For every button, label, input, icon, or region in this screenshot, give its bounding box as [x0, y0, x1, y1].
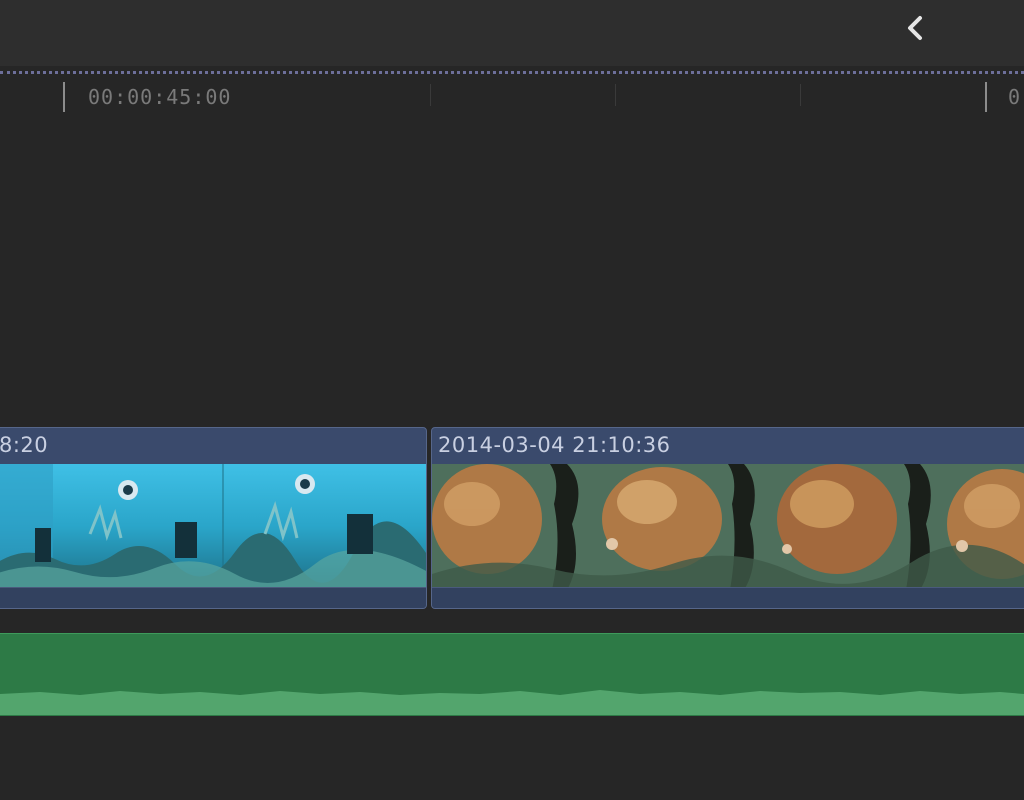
clip-thumbnail-filmstrip — [432, 464, 1024, 590]
chevron-left-icon[interactable] — [900, 12, 932, 44]
video-clip[interactable]: 8:20 — [0, 427, 427, 609]
underwater-diver-thumbnail — [0, 464, 426, 590]
timeline-top-border — [0, 71, 1024, 74]
clip-title: 2014-03-04 21:10:36 — [438, 433, 671, 457]
waveform-shape — [0, 686, 1024, 695]
ruler-timecode: 0 — [1008, 85, 1022, 109]
ruler-minor-tick — [430, 84, 431, 106]
top-toolbar — [0, 0, 1024, 66]
timeline-lower-empty-area — [0, 716, 1024, 800]
coral-reef-thumbnail — [432, 464, 1024, 590]
clip-title: 8:20 — [0, 433, 49, 457]
ruler-major-tick — [63, 82, 65, 112]
audio-waveform — [0, 686, 1024, 715]
ruler-major-tick — [985, 82, 987, 112]
clip-audio-strip — [432, 587, 1024, 608]
clip-thumbnail-filmstrip — [0, 464, 426, 590]
video-clip[interactable]: 2014-03-04 21:10:36 — [431, 427, 1024, 609]
timeline-empty-area[interactable] — [0, 116, 1024, 421]
clip-audio-strip — [0, 587, 426, 608]
ruler-minor-tick — [615, 84, 616, 106]
ruler-timecode: 00:00:45:00 — [88, 85, 232, 109]
ruler-minor-tick — [800, 84, 801, 106]
time-ruler[interactable]: 00:00:45:00 0 — [0, 76, 1024, 116]
